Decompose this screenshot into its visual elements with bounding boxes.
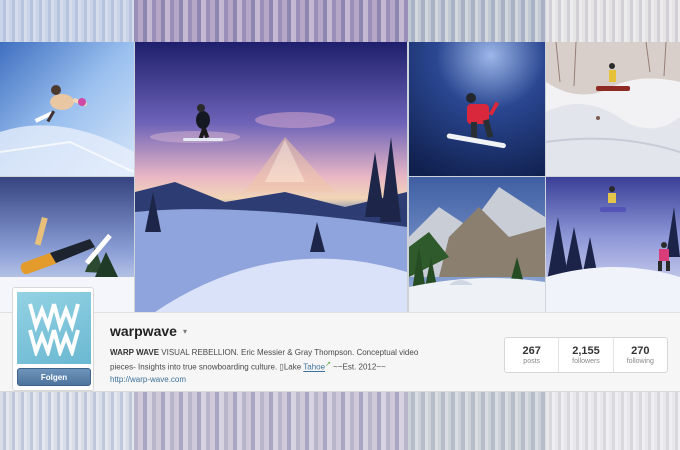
profile-stats: 267 posts 2,155 followers 270 following: [504, 337, 668, 373]
bio-brand: WARP WAVE: [110, 348, 160, 357]
avatar[interactable]: [17, 292, 91, 364]
stat-value: 267: [522, 345, 541, 357]
bio-lake: Lake: [283, 362, 304, 372]
stat-followers[interactable]: 2,155 followers: [559, 338, 614, 372]
photo-thumbnail-1[interactable]: [0, 42, 134, 176]
stat-label: followers: [572, 358, 600, 365]
photo-featured[interactable]: [135, 42, 407, 312]
blurred-background-top: [0, 0, 680, 42]
avatar-container: Folgen: [12, 287, 94, 391]
username: warpwave: [110, 323, 177, 339]
username-row: warpwave ▾: [110, 323, 187, 339]
profile-card: Folgen warpwave ▾ WARP WAVE VISUAL REBEL…: [0, 287, 680, 392]
photo-thumbnail-6[interactable]: [546, 177, 680, 312]
stat-label: following: [626, 358, 654, 365]
bio-text-2: ~~Est. 2012~~: [330, 362, 386, 372]
warpwave-logo-icon: [28, 303, 80, 356]
follow-button[interactable]: Folgen: [17, 368, 91, 386]
stat-posts[interactable]: 267 posts: [505, 338, 560, 372]
profile-bio: WARP WAVE VISUAL REBELLION. Eric Messier…: [110, 347, 440, 374]
stat-value: 2,155: [572, 345, 600, 357]
chevron-down-icon[interactable]: ▾: [183, 327, 187, 336]
stat-following[interactable]: 270 following: [614, 338, 667, 372]
bio-tahoe-link[interactable]: Tahoe: [303, 363, 325, 372]
photo-mosaic: [0, 42, 680, 312]
website-link[interactable]: http://warp-wave.com: [110, 375, 186, 384]
photo-thumbnail-4[interactable]: [546, 42, 680, 176]
photo-thumbnail-5[interactable]: [409, 177, 545, 312]
blurred-background-bottom: [0, 392, 680, 450]
photo-thumbnail-3[interactable]: [409, 42, 545, 176]
stat-value: 270: [631, 345, 650, 357]
stat-label: posts: [523, 358, 541, 365]
